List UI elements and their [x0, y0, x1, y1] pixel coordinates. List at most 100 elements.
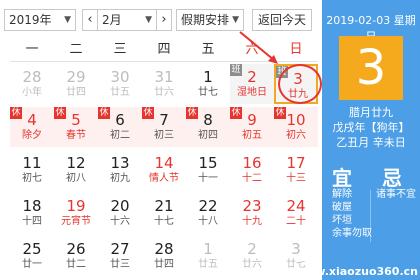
- lunar-day: 初七: [22, 173, 42, 184]
- day-number: 15: [198, 154, 218, 172]
- day-cell[interactable]: 24 二十: [274, 193, 318, 233]
- day-number: 8: [203, 111, 213, 129]
- day-cell[interactable]: 休 4 除夕: [10, 107, 54, 147]
- day-number: 28: [22, 68, 42, 86]
- chevron-down-icon: ▼: [232, 15, 239, 25]
- weekday-label: 三: [113, 42, 127, 57]
- lunar-day: 初六: [286, 130, 306, 141]
- day-cell[interactable]: 休 8 初四: [186, 107, 230, 147]
- day-cell[interactable]: 17 十三: [274, 150, 318, 190]
- day-cell[interactable]: 25 廿一: [10, 236, 54, 276]
- day-number: 26: [66, 240, 86, 258]
- day-cell[interactable]: 30 廿五: [98, 64, 142, 104]
- lunar-day: 十九: [242, 216, 262, 227]
- day-cell[interactable]: 18 十四: [10, 193, 54, 233]
- day-cell[interactable]: 班 2 湿地日: [230, 64, 274, 104]
- lunar-day: 十八: [198, 216, 218, 227]
- day-cell[interactable]: 11 初七: [10, 150, 54, 190]
- ji-title: 忌: [382, 166, 402, 190]
- day-cell[interactable]: 23 十九: [230, 193, 274, 233]
- day-number: 28: [154, 240, 174, 258]
- lunar-day: 春节: [66, 130, 86, 141]
- day-number: 2: [247, 68, 257, 86]
- lunar-day: 廿五: [110, 87, 130, 98]
- day-cell[interactable]: 29 廿四: [54, 64, 98, 104]
- yi-item: 解除: [332, 189, 352, 200]
- prev-month-button[interactable]: ‹: [82, 9, 98, 31]
- day-cell[interactable]: 15 十一: [186, 150, 230, 190]
- lunar-day: 廿五: [198, 259, 218, 270]
- annotation-circle: [278, 64, 322, 104]
- lunar-day: 初八: [66, 173, 86, 184]
- day-cell[interactable]: 27 廿三: [98, 236, 142, 276]
- day-number: 27: [110, 240, 130, 258]
- next-month-button[interactable]: ›: [156, 9, 172, 31]
- day-number: 22: [198, 197, 218, 215]
- day-number: 1: [203, 240, 213, 258]
- lunar-day: 廿六: [154, 87, 174, 98]
- weekday-label: 二: [69, 42, 83, 57]
- yi-item: 坏垣: [332, 215, 352, 226]
- ji-item: 诸事不宜: [376, 189, 416, 200]
- lunar-day: 初四: [198, 130, 218, 141]
- calendar-grid: 28 小年 29 廿四 30 廿五 31 廿六 1 廿七班 2 湿地日班 3 廿九休 4 除夕休 5 春节休 6 初二…: [10, 64, 318, 280]
- day-number: 6: [115, 111, 125, 129]
- weekday-label: 四: [157, 42, 171, 57]
- lunar-day: 十六: [110, 216, 130, 227]
- day-cell[interactable]: 休 10 初六: [274, 107, 318, 147]
- lunar-day: 廿七: [198, 87, 218, 98]
- lunar-day: 十一: [198, 173, 218, 184]
- day-cell[interactable]: 28 廿四: [142, 236, 186, 276]
- day-number: 29: [66, 68, 86, 86]
- weekday-label: 一: [25, 42, 39, 57]
- day-detail-panel: 2019-02-03 星期日 3 腊月廿九 戊戌年【狗年】 乙丑月 辛未日 宜 …: [295, 0, 420, 280]
- lunar-day: 廿六: [242, 259, 262, 270]
- day-number: 16: [242, 154, 262, 172]
- day-cell[interactable]: 14 情人节: [142, 150, 186, 190]
- yi-item: 余事勿取: [332, 228, 372, 239]
- day-cell[interactable]: 休 5 春节: [54, 107, 98, 147]
- lunar-day: 初三: [154, 130, 174, 141]
- lunar-day: 廿四: [66, 87, 86, 98]
- chevron-down-icon: ▼: [64, 15, 71, 25]
- day-cell[interactable]: 2 廿六: [230, 236, 274, 276]
- day-cell[interactable]: 12 初八: [54, 150, 98, 190]
- lunar-day: 湿地日: [237, 87, 267, 98]
- year-select[interactable]: 2019年 ▼: [4, 9, 76, 31]
- weekday-label: 五: [201, 42, 215, 57]
- day-cell[interactable]: 1 廿五: [186, 236, 230, 276]
- ji-list: 诸事不宜: [376, 188, 416, 201]
- day-cell[interactable]: 1 廿七: [186, 64, 230, 104]
- day-cell[interactable]: 22 十八: [186, 193, 230, 233]
- day-number: 5: [71, 111, 81, 129]
- lunar-day: 初二: [110, 130, 130, 141]
- day-number: 19: [66, 197, 86, 215]
- holiday-select[interactable]: 假期安排 ▼: [176, 9, 244, 31]
- lunar-day: 廿四: [154, 259, 174, 270]
- lunar-day: 二十: [286, 216, 306, 227]
- day-cell[interactable]: 28 小年: [10, 64, 54, 104]
- day-number: 11: [22, 154, 42, 172]
- day-cell[interactable]: 26 廿二: [54, 236, 98, 276]
- day-number: 12: [66, 154, 86, 172]
- day-number: 9: [247, 111, 257, 129]
- month-select[interactable]: 2月 ▼: [97, 9, 157, 31]
- day-cell[interactable]: 休 9 初五: [230, 107, 274, 147]
- day-number: 23: [242, 197, 262, 215]
- day-cell[interactable]: 21 十七: [142, 193, 186, 233]
- lunar-day: 初九: [110, 173, 130, 184]
- day-cell[interactable]: 19 元宵节: [54, 193, 98, 233]
- day-cell[interactable]: 休 6 初二: [98, 107, 142, 147]
- day-number: 14: [154, 154, 174, 172]
- month-select-label: 2月: [102, 13, 122, 27]
- day-cell[interactable]: 31 廿六: [142, 64, 186, 104]
- day-cell[interactable]: 13 初九: [98, 150, 142, 190]
- day-cell[interactable]: 16 十二: [230, 150, 274, 190]
- day-number: 20: [110, 197, 130, 215]
- lunar-day: 小年: [22, 87, 42, 98]
- lunar-day: 情人节: [149, 173, 179, 184]
- day-number: 25: [22, 240, 42, 258]
- ganzhi-year: 戊戌年【狗年】: [332, 121, 410, 134]
- day-cell[interactable]: 20 十六: [98, 193, 142, 233]
- day-cell[interactable]: 休 7 初三: [142, 107, 186, 147]
